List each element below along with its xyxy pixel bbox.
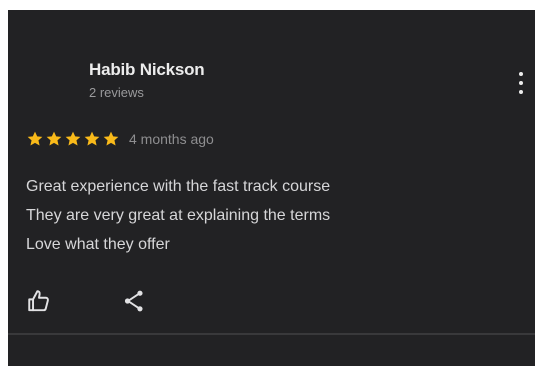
star-icon xyxy=(84,131,100,146)
more-options-button[interactable] xyxy=(514,68,528,98)
star-icon xyxy=(46,131,62,146)
like-button[interactable] xyxy=(26,288,52,314)
divider xyxy=(8,333,535,335)
review-card: Habib Nickson 2 reviews 4 months ago Gre… xyxy=(8,10,535,366)
star-icon xyxy=(103,131,119,146)
star-icon xyxy=(27,131,43,146)
reviewer-review-count: 2 reviews xyxy=(89,85,144,100)
review-date: 4 months ago xyxy=(129,131,214,147)
thumb-up-icon xyxy=(28,290,49,312)
star-rating xyxy=(26,130,120,148)
share-button[interactable] xyxy=(121,288,147,314)
star-icon xyxy=(65,131,81,146)
review-text-line: Love what they offer xyxy=(26,236,170,253)
reviewer-name[interactable]: Habib Nickson xyxy=(89,60,205,80)
review-text-line: Great experience with the fast track cou… xyxy=(26,178,331,195)
rating-row: 4 months ago xyxy=(26,127,214,151)
review-text-line: They are very great at explaining the te… xyxy=(26,207,331,224)
share-icon xyxy=(124,290,143,312)
review-text: Great experience with the fast track cou… xyxy=(26,172,330,259)
